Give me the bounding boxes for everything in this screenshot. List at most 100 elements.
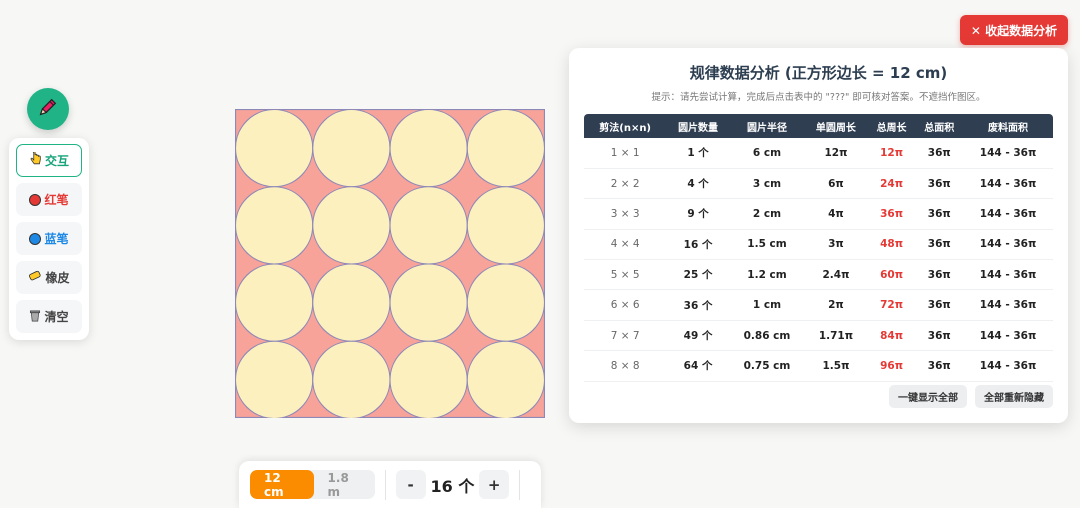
table-cell-col-count[interactable]: 49 个 [666, 320, 730, 352]
circle-piece [312, 263, 391, 342]
pencil-icon [37, 96, 59, 122]
table-cell-col-total-perimeter[interactable]: 84π [867, 320, 916, 352]
table-cell-col-waste-area[interactable]: 144 - 36π [963, 138, 1053, 169]
control-bar: 12 cm 1.8 m - 16 个 + [239, 461, 541, 508]
tool-blue-pen[interactable]: 蓝笔 [16, 222, 82, 255]
table-cell-col-total-area[interactable]: 36π [915, 138, 964, 169]
table-row: 5 × 5 25 个 1.2 cm 2.4π 60π 36π 144 - 36π [584, 259, 1053, 291]
table-cell-col-waste-area[interactable]: 144 - 36π [963, 229, 1053, 261]
table-cell-col-radius[interactable]: 2 cm [729, 198, 805, 230]
table-cell-col-count[interactable]: 25 个 [666, 259, 730, 291]
tool-label: 交互 [44, 154, 69, 168]
table-header-col-single-perimeter: 单圆周长 [804, 114, 868, 138]
circle-piece [466, 263, 546, 342]
table-cell-col-single-perimeter[interactable]: 1.71π [804, 320, 868, 352]
table-cell-col-total-area[interactable]: 36π [915, 320, 964, 352]
table-cell-col-radius[interactable]: 0.75 cm [729, 350, 805, 382]
table-cell-col-cut: 8 × 8 [584, 350, 667, 382]
table-cell-col-single-perimeter[interactable]: 1.5π [804, 350, 868, 382]
circle-piece [466, 108, 546, 188]
circle-piece [389, 108, 468, 188]
collapse-analysis-button[interactable]: ✕ 收起数据分析 [960, 15, 1068, 45]
table-cell-col-total-area[interactable]: 36π [915, 168, 964, 200]
table-cell-col-cut: 7 × 7 [584, 320, 667, 352]
table-row: 2 × 24 个3 cm 6π 24π 36π 144 - 36π [584, 168, 1053, 200]
table-cell-col-single-perimeter[interactable]: 12π [804, 138, 868, 169]
size-option-1-8m[interactable]: 1.8 m [314, 470, 375, 499]
tool-panel: 交互 红笔 蓝笔 橡皮 清空 [9, 138, 89, 340]
table-cell-col-total-perimeter[interactable]: 72π [867, 289, 916, 321]
table-cell-col-total-perimeter[interactable]: 96π [867, 350, 916, 382]
table-cell-col-radius[interactable]: 6 cm [729, 138, 805, 169]
table-cell-col-total-perimeter[interactable]: 12π [867, 138, 916, 169]
table-header-col-total-perimeter: 总周长 [867, 114, 916, 138]
increment-button[interactable]: + [479, 470, 510, 499]
table-cell-col-waste-area[interactable]: 144 - 36π [963, 259, 1053, 291]
table-cell-col-waste-area[interactable]: 144 - 36π [963, 289, 1053, 321]
table-cell-col-single-perimeter[interactable]: 3π [804, 229, 868, 261]
panel-actions: 一键显示全部 全部重新隐藏 [889, 385, 1053, 408]
trash-icon [29, 309, 41, 325]
pencil-toggle-button[interactable] [27, 88, 69, 130]
circle-piece [312, 186, 391, 265]
table-cell-col-total-perimeter[interactable]: 48π [867, 229, 916, 261]
table-cell-col-cut: 6 × 6 [584, 289, 667, 321]
table-cell-col-single-perimeter[interactable]: 6π [804, 168, 868, 200]
divider [519, 469, 520, 500]
table-cell-col-count[interactable]: 4 个 [666, 168, 730, 200]
circle-piece [389, 340, 468, 420]
table-cell-col-radius[interactable]: 1 cm [729, 289, 805, 321]
table-cell-col-cut: 1 × 1 [584, 138, 667, 169]
table-cell-col-waste-area[interactable]: 144 - 36π [963, 350, 1053, 382]
circle-piece [234, 263, 314, 342]
tool-clear[interactable]: 清空 [16, 300, 82, 333]
table-cell-col-total-area[interactable]: 36π [915, 289, 964, 321]
table-cell-col-total-area[interactable]: 36π [915, 350, 964, 382]
table-cell-col-total-perimeter[interactable]: 60π [867, 259, 916, 291]
table-cell-col-radius[interactable]: 3 cm [729, 168, 805, 200]
table-cell-col-radius[interactable]: 0.86 cm [729, 320, 805, 352]
table-cell-col-radius[interactable]: 1.2 cm [729, 259, 805, 291]
table-cell-col-count[interactable]: 1 个 [666, 138, 730, 169]
table-row: 4 × 4 16 个 1.5 cm 3π 48π 36π 144 - 36π [584, 229, 1053, 261]
eraser-icon [28, 270, 42, 285]
table-cell-col-single-perimeter[interactable]: 4π [804, 198, 868, 230]
table-cell-col-waste-area[interactable]: 144 - 36π [963, 198, 1053, 230]
size-toggle: 12 cm 1.8 m [250, 470, 375, 499]
circle-piece [466, 186, 546, 265]
table-cell-col-count[interactable]: 36 个 [666, 289, 730, 321]
table-cell-col-total-area[interactable]: 36π [915, 198, 964, 230]
hide-all-button[interactable]: 全部重新隐藏 [975, 385, 1053, 408]
tool-red-pen[interactable]: 红笔 [16, 183, 82, 216]
show-all-button[interactable]: 一键显示全部 [889, 385, 967, 408]
table-cell-col-single-perimeter[interactable]: 2.4π [804, 259, 868, 291]
circle-piece [234, 186, 314, 265]
table-cell-col-count[interactable]: 64 个 [666, 350, 730, 382]
table-cell-col-radius[interactable]: 1.5 cm [729, 229, 805, 261]
table-row: 1 × 11 个6 cm 12π 12π 36π 144 - 36π [584, 138, 1053, 169]
decrement-button[interactable]: - [395, 470, 426, 499]
panel-title: 规律数据分析 (正方形边长 = 12 cm) [689, 64, 948, 82]
square-drawing [234, 108, 546, 420]
size-option-12cm[interactable]: 12 cm [250, 470, 314, 499]
red-dot-icon [29, 193, 42, 206]
table-cell-col-count[interactable]: 9 个 [666, 198, 730, 230]
tool-interact[interactable]: 交互 [16, 144, 82, 177]
table-cell-col-total-perimeter[interactable]: 24π [867, 168, 916, 200]
cutting-canvas[interactable] [234, 108, 546, 420]
table-cell-col-single-perimeter[interactable]: 2π [804, 289, 868, 321]
tool-eraser[interactable]: 橡皮 [16, 261, 82, 294]
table-cell-col-waste-area[interactable]: 144 - 36π [963, 168, 1053, 200]
tool-label: 橡皮 [45, 271, 70, 285]
table-cell-col-waste-area[interactable]: 144 - 36π [963, 320, 1053, 352]
table-row: 8 × 8 64 个 0.75 cm 1.5π 96π 36π 144 - 36π [584, 350, 1053, 382]
table-cell-col-total-area[interactable]: 36π [915, 229, 964, 261]
panel-hint: 提示：请先尝试计算，完成后点击表中的 "???" 即可核对答案。不遮挡作图区。 [651, 92, 986, 103]
table-header-row: 剪法(n×n) 圆片数量 圆片半径 单圆周长 总周长 总面积 废料面积 [584, 114, 1053, 138]
table-cell-col-cut: 3 × 3 [584, 198, 667, 230]
table-cell-col-count[interactable]: 16 个 [666, 229, 730, 261]
table-cell-col-total-perimeter[interactable]: 36π [867, 198, 916, 230]
table-cell-col-total-area[interactable]: 36π [915, 259, 964, 291]
table-header-col-count: 圆片数量 [666, 114, 730, 138]
table-row: 7 × 7 49 个 0.86 cm 1.71π 84π 36π 144 - 36π [584, 320, 1053, 352]
